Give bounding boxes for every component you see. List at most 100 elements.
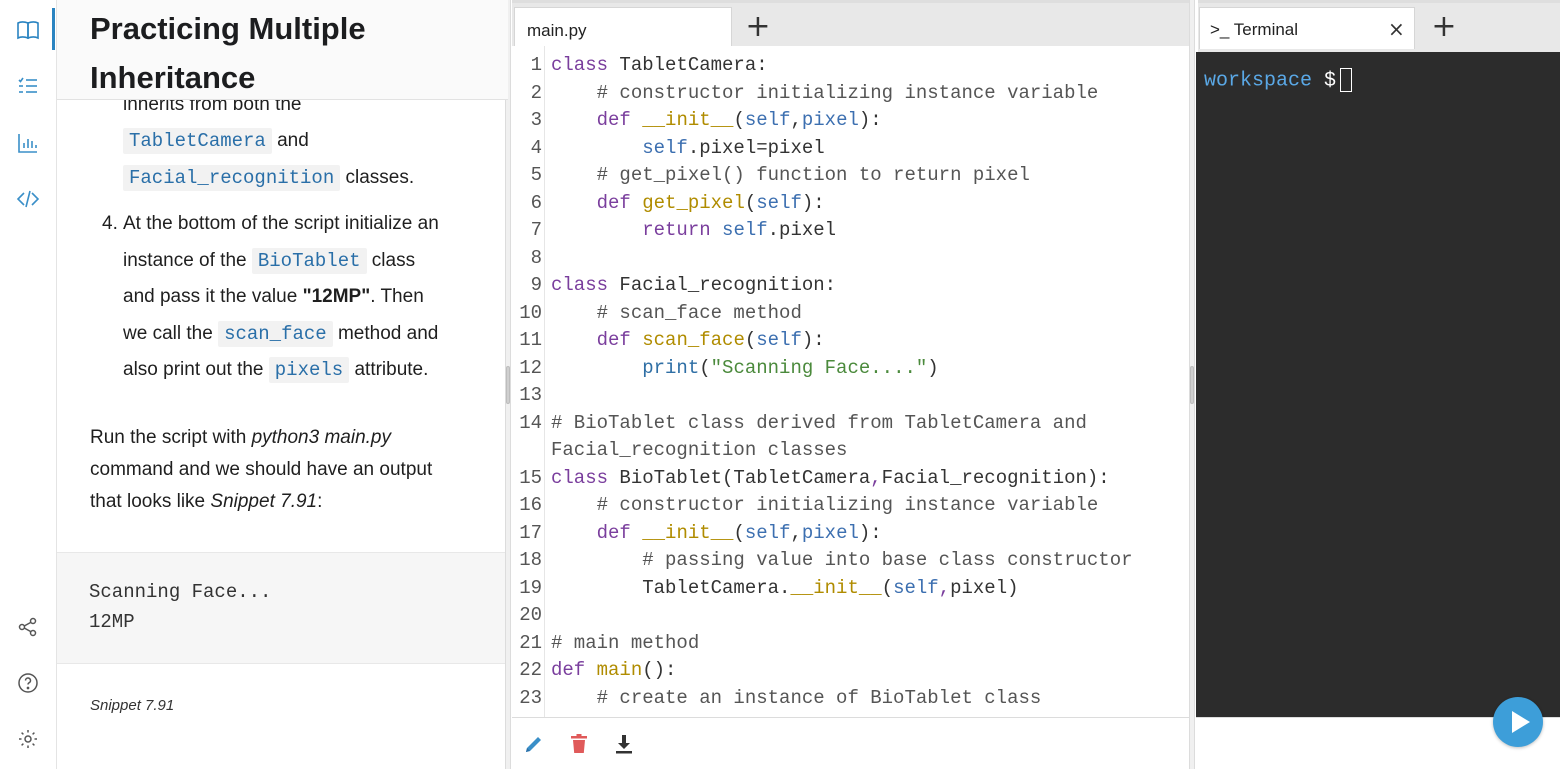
code-icon[interactable] bbox=[14, 185, 42, 213]
inline-text: and pass it the value bbox=[123, 286, 298, 307]
line-number: 5 bbox=[530, 164, 542, 186]
code-line: class Facial_recognition: bbox=[551, 274, 836, 296]
code-token: self bbox=[642, 137, 688, 159]
code-token: __init__ bbox=[642, 109, 734, 131]
trash-icon[interactable] bbox=[567, 732, 591, 756]
code-token: # constructor initializing instance vari… bbox=[596, 82, 1099, 104]
chart-icon[interactable] bbox=[14, 129, 42, 157]
tab-terminal[interactable]: >_ Terminal × bbox=[1199, 7, 1415, 49]
code-token: ( bbox=[881, 577, 894, 599]
settings-icon[interactable] bbox=[14, 725, 42, 753]
code-line: # passing value into base class construc… bbox=[551, 549, 1132, 571]
code-token: .pixel=pixel bbox=[687, 137, 825, 159]
text-line: instance of the BioTablet class bbox=[123, 248, 415, 274]
code-token: def bbox=[596, 192, 631, 214]
code-token: .pixel bbox=[767, 219, 837, 241]
line-number: 13 bbox=[519, 384, 542, 406]
code-chip-facial-recognition: Facial_recognition bbox=[123, 165, 341, 191]
share-icon[interactable] bbox=[14, 613, 42, 641]
line-number: 8 bbox=[530, 247, 542, 269]
code-token: ): bbox=[801, 329, 825, 351]
snippet-caption: Snippet 7.91 bbox=[90, 697, 175, 714]
pane-splitter[interactable] bbox=[505, 0, 511, 769]
run-button[interactable] bbox=[1493, 697, 1543, 747]
book-icon[interactable] bbox=[14, 16, 42, 44]
code-token: ) bbox=[927, 357, 939, 379]
text-line: command and we should have an output bbox=[90, 457, 432, 483]
code-editor[interactable]: 1 2 3 4 5 6 7 8 9 10 11 12 13 14 15 16 1… bbox=[512, 46, 1194, 717]
code-line: class BioTablet(TabletCamera,Facial_reco… bbox=[551, 467, 1110, 489]
code-line: # create an instance of BioTablet class bbox=[551, 687, 1042, 709]
code-line: print("Scanning Face....") bbox=[551, 357, 939, 379]
drag-handle[interactable] bbox=[506, 366, 510, 404]
code-token: , bbox=[790, 109, 802, 131]
line-number: 20 bbox=[519, 604, 542, 626]
code-token: pixel bbox=[801, 522, 859, 544]
code-token: __init__ bbox=[790, 577, 882, 599]
code-token: print bbox=[642, 357, 700, 379]
title-line-1: Practicing Multiple bbox=[90, 11, 366, 46]
line-number: 10 bbox=[519, 302, 542, 324]
code-line: def scan_face(self): bbox=[551, 329, 825, 351]
drag-handle[interactable] bbox=[1190, 366, 1194, 404]
list-item-number: 4. bbox=[102, 211, 118, 237]
code-token: get_pixel bbox=[642, 192, 745, 214]
code-token: ( bbox=[733, 109, 745, 131]
close-icon[interactable]: × bbox=[1388, 17, 1405, 41]
inline-text: command and we should have an output bbox=[90, 459, 433, 480]
terminal-tab-label: >_ Terminal bbox=[1210, 20, 1299, 39]
line-number: 21 bbox=[519, 632, 542, 654]
editor-toolbar bbox=[512, 717, 1194, 769]
line-number: 3 bbox=[530, 109, 542, 131]
code-line: # constructor initializing instance vari… bbox=[551, 494, 1099, 516]
code-token: ): bbox=[801, 192, 825, 214]
line-number: 17 bbox=[519, 522, 542, 544]
line-number: 23 bbox=[519, 687, 542, 709]
checklist-icon[interactable] bbox=[14, 72, 42, 100]
line-number: 22 bbox=[519, 659, 542, 681]
terminal-tab-bar: >_ Terminal × + bbox=[1198, 0, 1560, 52]
code-line: # scan_face method bbox=[551, 302, 802, 324]
line-number: 9 bbox=[530, 274, 542, 296]
add-terminal-button[interactable]: + bbox=[1424, 9, 1464, 49]
tab-main-py[interactable]: main.py bbox=[514, 7, 732, 49]
line-gutter: 1 2 3 4 5 6 7 8 9 10 11 12 13 14 15 16 1… bbox=[512, 46, 545, 717]
code-chip-scan-face: scan_face bbox=[218, 321, 333, 347]
code-token: BioTablet(TabletCamera bbox=[608, 467, 871, 489]
code-token: , bbox=[790, 522, 802, 544]
code-token: scan_face bbox=[642, 329, 745, 351]
text-line: TabletCamera and bbox=[123, 128, 309, 154]
inline-text: At the bottom of the script initialize a… bbox=[123, 213, 439, 234]
code-line: # main method bbox=[551, 632, 699, 654]
lesson-header: Practicing Multiple Inheritance bbox=[57, 0, 508, 100]
code-line: # BioTablet class derived from TabletCam… bbox=[551, 412, 1087, 434]
terminal-pane[interactable]: workspace $ bbox=[1196, 52, 1560, 717]
pencil-icon[interactable] bbox=[522, 732, 546, 756]
code-line: Facial_recognition classes bbox=[551, 439, 847, 461]
add-tab-button[interactable]: + bbox=[738, 9, 778, 49]
download-icon[interactable] bbox=[612, 732, 636, 756]
code-token: TabletCamera. bbox=[642, 577, 791, 599]
inline-text: attribute. bbox=[354, 359, 429, 380]
code-token: self bbox=[893, 577, 939, 599]
line-number: 12 bbox=[519, 357, 542, 379]
code-token: class bbox=[551, 54, 609, 76]
inline-text: : bbox=[317, 491, 323, 512]
code-chip-biotablet: BioTablet bbox=[251, 248, 367, 274]
prompt-sign: $ bbox=[1324, 69, 1337, 93]
code-token: def bbox=[551, 659, 586, 681]
inline-text: also print out the bbox=[123, 359, 264, 380]
code-line: class TabletCamera: bbox=[551, 54, 768, 76]
code-token: self bbox=[756, 329, 802, 351]
pane-splitter[interactable] bbox=[1189, 0, 1195, 769]
line-number: 18 bbox=[519, 549, 542, 571]
bold-value: "12MP" bbox=[302, 286, 371, 307]
help-icon[interactable] bbox=[14, 669, 42, 697]
